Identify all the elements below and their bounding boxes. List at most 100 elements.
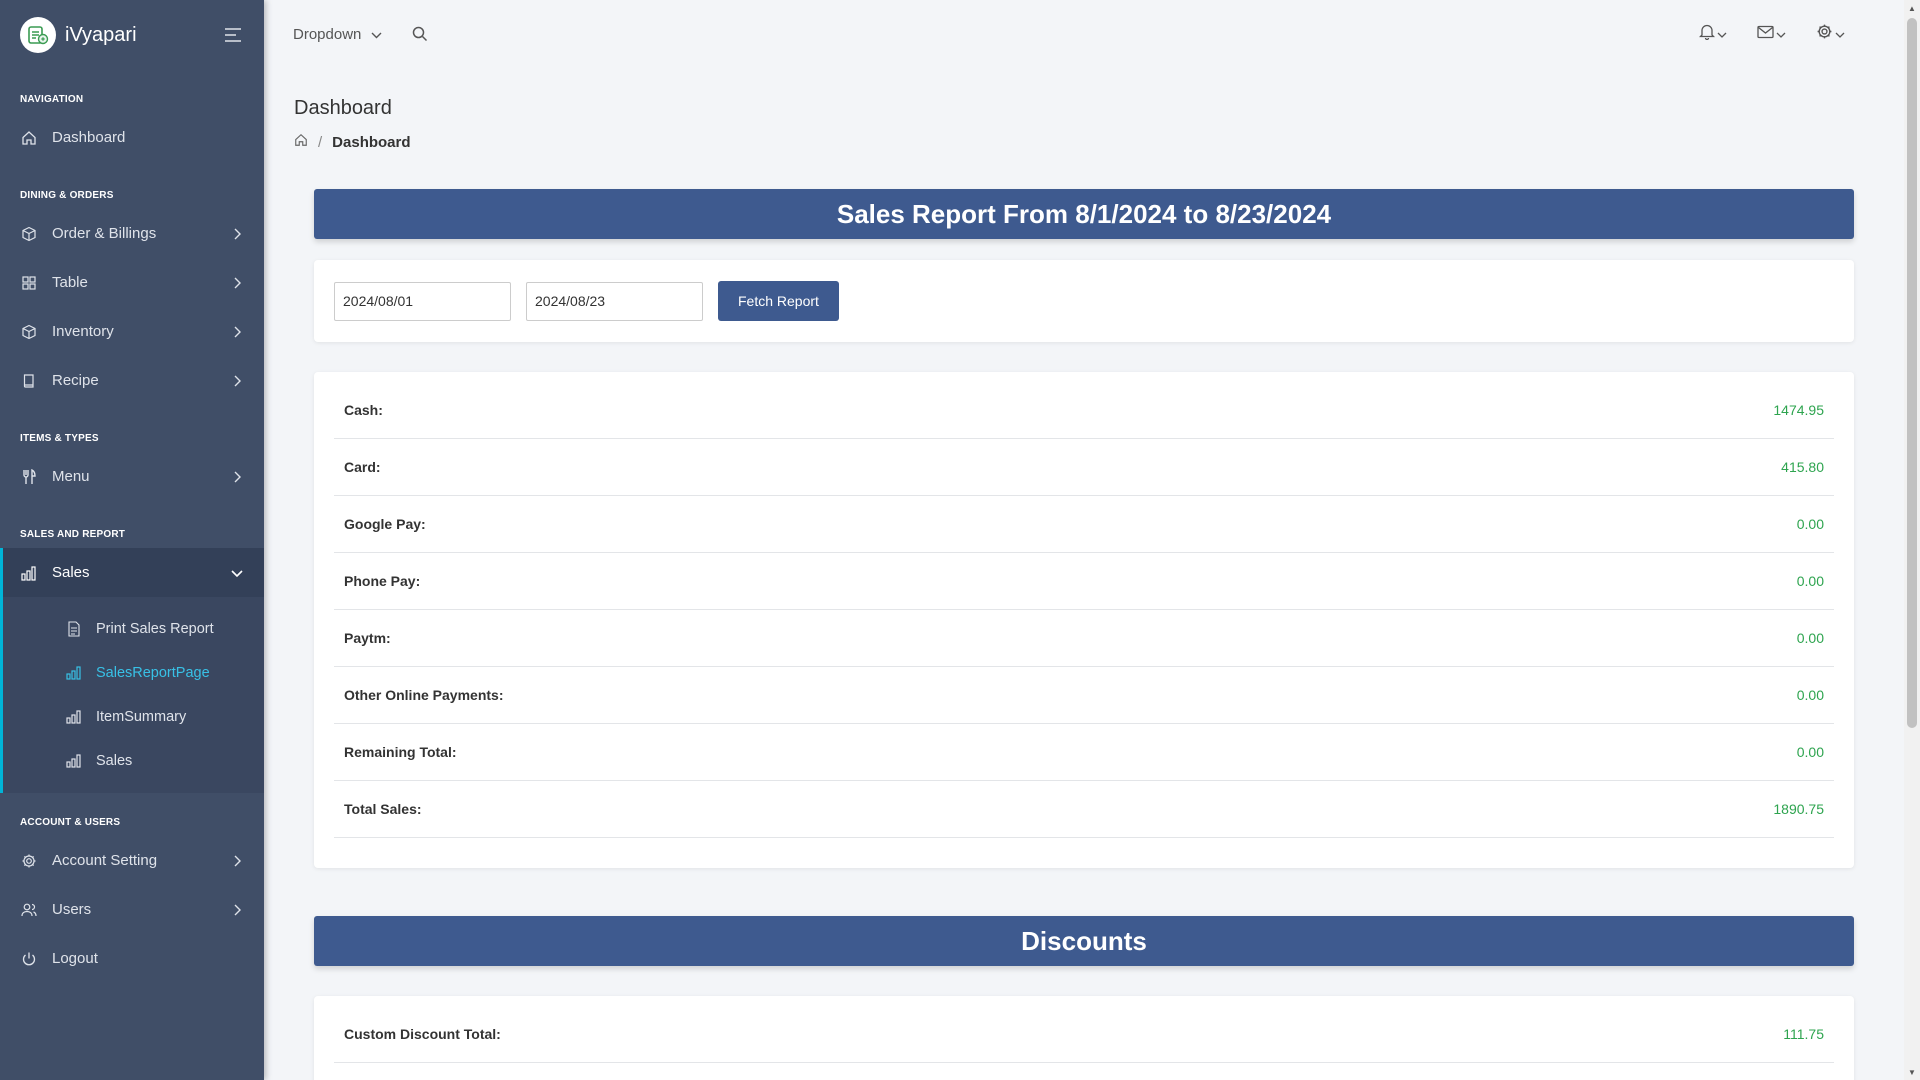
sales-submenu: Print Sales Report SalesReportPage ItemS… <box>0 597 264 793</box>
row-label: Card: <box>344 459 381 475</box>
submenu-salesreportpage[interactable]: SalesReportPage <box>3 651 264 695</box>
report-row-google-pay: Google Pay: 0.00 <box>334 496 1834 553</box>
sidebar-item-dashboard[interactable]: Dashboard <box>0 113 264 162</box>
row-value: 415.80 <box>1781 459 1824 475</box>
dropdown-label: Dropdown <box>293 25 362 43</box>
discount-row-custom: Custom Discount Total: 111.75 <box>334 1006 1834 1063</box>
row-value: 0.00 <box>1796 687 1824 703</box>
home-icon <box>20 129 38 147</box>
submenu-print-sales-report[interactable]: Print Sales Report <box>3 607 264 651</box>
sidebar-item-label: Dashboard <box>52 129 126 146</box>
sidebar-item-account-setting[interactable]: Account Setting <box>0 836 264 885</box>
topbar: Dropdown <box>264 0 1904 68</box>
row-value: 0.00 <box>1796 573 1824 589</box>
sales-report-header: Sales Report From 8/1/2024 to 8/23/2024 <box>314 189 1854 239</box>
row-value: 1474.95 <box>1773 402 1824 418</box>
discounts-header: Discounts <box>314 916 1854 966</box>
document-icon <box>66 621 82 637</box>
topbar-actions <box>1698 23 1845 45</box>
sidebar-item-table[interactable]: Table <box>0 258 264 307</box>
submenu-label: ItemSummary <box>96 709 187 725</box>
utensils-icon <box>20 468 38 486</box>
chevron-right-icon <box>230 227 244 241</box>
sidebar-item-inventory[interactable]: Inventory <box>0 307 264 356</box>
menu-toggle-icon[interactable] <box>222 24 244 46</box>
bar-chart-icon <box>20 564 38 582</box>
chevron-down-icon <box>371 26 382 43</box>
grid-icon <box>20 274 38 292</box>
bar-chart-icon <box>66 709 82 725</box>
app-logo[interactable] <box>20 17 56 53</box>
app-name: iVyapari <box>65 23 137 46</box>
notifications-button[interactable] <box>1698 23 1727 45</box>
book-icon <box>20 372 38 390</box>
row-label: Paytm: <box>344 630 391 646</box>
sidebar-item-orders[interactable]: Order & Billings <box>0 209 264 258</box>
sidebar-item-recipe[interactable]: Recipe <box>0 356 264 405</box>
report-row-other-online: Other Online Payments: 0.00 <box>334 667 1834 724</box>
sidebar: iVyapari NAVIGATION Dashboard DINING & O… <box>0 0 264 1080</box>
fetch-report-button[interactable]: Fetch Report <box>718 281 839 321</box>
sidebar-item-users[interactable]: Users <box>0 885 264 934</box>
report-row-card: Card: 415.80 <box>334 439 1834 496</box>
sidebar-item-label: Sales <box>52 564 90 581</box>
scroll-up-arrow-icon[interactable]: ▲ <box>1904 0 1920 16</box>
date-filter-card: Fetch Report <box>314 260 1854 342</box>
report-row-remaining-total: Remaining Total: 0.00 <box>334 724 1834 781</box>
scroll-down-arrow-icon[interactable]: ▼ <box>1904 1064 1920 1080</box>
sidebar-item-label: Table <box>52 274 88 291</box>
chevron-down-icon <box>230 566 244 580</box>
submenu-sales[interactable]: Sales <box>3 739 264 783</box>
home-icon[interactable] <box>294 133 308 151</box>
sidebar-item-label: Account Setting <box>52 852 158 869</box>
row-label: Google Pay: <box>344 516 426 532</box>
messages-button[interactable] <box>1757 25 1786 44</box>
gear-icon <box>1816 23 1833 45</box>
search-icon[interactable] <box>412 26 428 42</box>
chevron-down-icon <box>1717 25 1727 43</box>
topbar-dropdown[interactable]: Dropdown <box>293 26 382 43</box>
sidebar-item-menu[interactable]: Menu <box>0 452 264 501</box>
mail-icon <box>1757 25 1774 44</box>
section-sales: SALES AND REPORT <box>20 529 126 540</box>
row-value: 1890.75 <box>1773 801 1824 817</box>
page-scrollbar[interactable]: ▲ ▼ <box>1904 0 1920 1080</box>
end-date-input[interactable] <box>526 281 703 321</box>
chevron-down-icon <box>1776 25 1786 43</box>
submenu-label: SalesReportPage <box>96 665 210 681</box>
row-label: Phone Pay: <box>344 573 421 589</box>
discounts-card: Custom Discount Total: 111.75 <box>314 996 1854 1080</box>
section-items: ITEMS & TYPES <box>20 433 99 444</box>
sidebar-item-label: Recipe <box>52 372 99 389</box>
bell-icon <box>1698 23 1716 45</box>
report-row-phone-pay: Phone Pay: 0.00 <box>334 553 1834 610</box>
settings-button[interactable] <box>1816 23 1845 45</box>
start-date-input[interactable] <box>334 281 511 321</box>
row-value: 0.00 <box>1796 630 1824 646</box>
report-row-paytm: Paytm: 0.00 <box>334 610 1834 667</box>
users-icon <box>20 901 38 919</box>
bar-chart-icon <box>66 753 82 769</box>
row-value: 0.00 <box>1796 744 1824 760</box>
scroll-thumb[interactable] <box>1907 18 1917 728</box>
submenu-itemsummary[interactable]: ItemSummary <box>3 695 264 739</box>
row-label: Cash: <box>344 402 383 418</box>
chevron-right-icon <box>230 276 244 290</box>
box-icon <box>20 323 38 341</box>
brand: iVyapari <box>0 0 264 70</box>
row-value: 0.00 <box>1796 516 1824 532</box>
report-row-total-sales: Total Sales: 1890.75 <box>334 781 1834 838</box>
sidebar-item-label: Users <box>52 901 92 918</box>
bar-chart-icon <box>66 665 82 681</box>
report-row-cash: Cash: 1474.95 <box>334 382 1834 439</box>
row-label: Custom Discount Total: <box>344 1026 501 1042</box>
sidebar-item-label: Order & Billings <box>52 225 157 242</box>
gear-icon <box>20 852 38 870</box>
sidebar-item-label: Menu <box>52 468 90 485</box>
submenu-label: Sales <box>96 753 133 769</box>
sidebar-item-logout[interactable]: Logout <box>0 934 264 983</box>
sidebar-item-sales[interactable]: Sales <box>0 548 264 597</box>
chevron-right-icon <box>230 374 244 388</box>
chevron-right-icon <box>230 325 244 339</box>
power-icon <box>20 950 38 968</box>
